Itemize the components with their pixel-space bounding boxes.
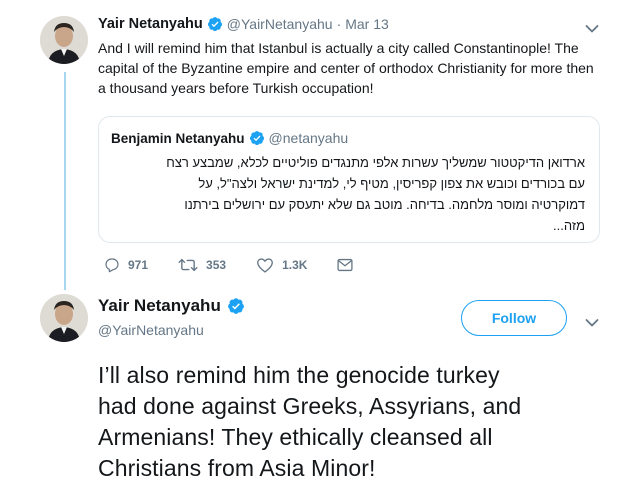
quoted-author-handle: @netanyahu (268, 130, 349, 146)
author-handle[interactable]: @YairNetanyahu (227, 16, 333, 32)
retweet-count: 353 (206, 258, 227, 272)
chevron-down-icon[interactable] (585, 24, 599, 34)
parent-tweet-text: And I will remind him that Istanbul is a… (98, 38, 618, 98)
quoted-author-name: Benjamin Netanyahu (111, 130, 245, 146)
chevron-down-icon[interactable] (585, 318, 599, 328)
verified-badge-icon (249, 130, 265, 146)
text-line: דמוקרטיה ומוסר מלחמה. בדיחה. מוטב גם שלא… (184, 197, 585, 212)
text-line: capital of the Byzantine empire and cent… (98, 60, 594, 76)
avatar[interactable] (40, 294, 88, 342)
text-line: I’ll also remind him the genocide turkey (98, 362, 500, 388)
tweet-actions: 971 353 1.3K (104, 257, 385, 273)
envelope-icon (337, 258, 353, 272)
author-name[interactable]: Yair Netanyahu (98, 16, 203, 32)
parent-tweet-header: Yair Netanyahu @YairNetanyahu · Mar 13 (98, 16, 389, 32)
like-count: 1.3K (282, 258, 308, 272)
heart-icon (257, 258, 273, 273)
avatar[interactable] (40, 16, 88, 64)
quoted-tweet-header: Benjamin Netanyahu @netanyahu (111, 130, 348, 146)
reply-tweet-text: I’ll also remind him the genocide turkey… (98, 360, 608, 484)
text-line: מזה... (553, 218, 585, 233)
follow-button[interactable]: Follow (461, 300, 567, 336)
reply-author-row: Yair Netanyahu (98, 296, 249, 316)
thread-connector-line (64, 72, 66, 290)
text-line: a thousand years before Turkish occupati… (98, 80, 374, 96)
reply-author-block: Yair Netanyahu @YairNetanyahu (98, 296, 249, 338)
reply-action[interactable]: 971 (104, 257, 148, 273)
text-line: had done against Greeks, Assyrians, and (98, 393, 522, 419)
like-action[interactable]: 1.3K (256, 257, 307, 273)
author-name[interactable]: Yair Netanyahu (98, 296, 221, 316)
text-line: ארדואן הדיקטטור שמשליך עשרות אלפי מתנגדי… (166, 155, 585, 170)
text-line: Armenians! They ethically cleansed all (98, 424, 493, 450)
verified-badge-icon (227, 297, 245, 315)
quoted-tweet-text: ארדואן הדיקטטור שמשליך עשרות אלפי מתנגדי… (115, 152, 585, 236)
direct-message-action[interactable] (337, 258, 361, 272)
tweet-date[interactable]: Mar 13 (345, 16, 389, 32)
retweet-action[interactable]: 353 (178, 257, 226, 273)
text-line: And I will remind him that Istanbul is a… (98, 40, 579, 56)
author-handle[interactable]: @YairNetanyahu (98, 322, 249, 338)
separator-dot: · (336, 16, 342, 32)
quoted-tweet-card[interactable]: Benjamin Netanyahu @netanyahu ארדואן הדי… (98, 116, 600, 243)
text-line: עם בכורדים וכובש את צפון קפריסין, מטיף ל… (198, 176, 585, 191)
reply-count: 971 (128, 258, 149, 272)
text-line: Christians from Asia Minor! (98, 455, 376, 481)
retweet-icon (178, 258, 198, 272)
reply-icon (105, 258, 119, 273)
verified-badge-icon (207, 16, 223, 32)
